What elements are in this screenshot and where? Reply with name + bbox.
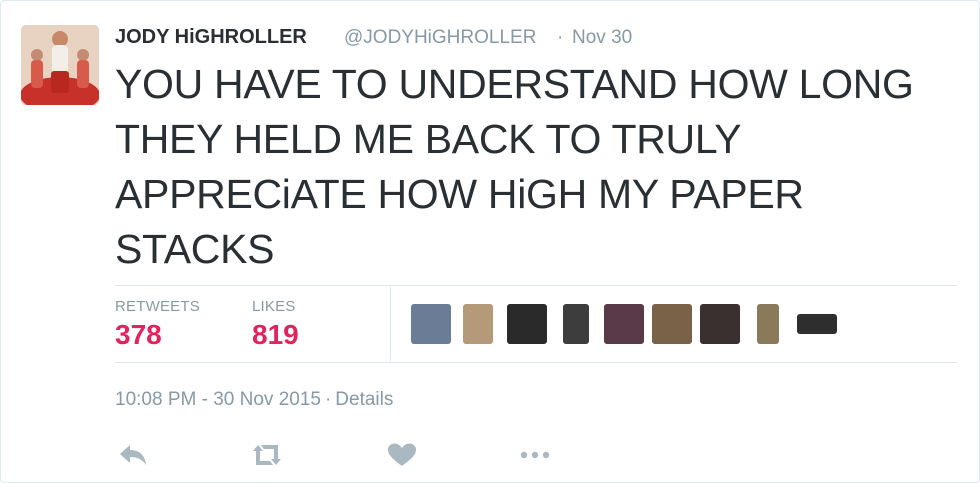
stats-divider-bottom (115, 362, 957, 363)
profile-photo-icon (21, 25, 99, 105)
header-separator: · (557, 27, 564, 48)
like-button[interactable] (385, 441, 419, 469)
retweets-count[interactable]: 378 (115, 319, 162, 351)
liker-avatar-3[interactable] (507, 304, 547, 344)
more-icon (520, 451, 550, 459)
tweet-card: JODY HiGHROLLER @JODYHiGHROLLER · Nov 30… (0, 0, 980, 483)
heart-icon (388, 443, 416, 466)
liker-avatar-6[interactable] (652, 304, 692, 344)
more-button[interactable] (518, 441, 552, 469)
likes-count[interactable]: 819 (252, 319, 299, 351)
likes-label[interactable]: LIKES (252, 298, 296, 315)
tweet-meta: 10:08 PM - 30 Nov 2015 · Details (115, 389, 393, 411)
reply-button[interactable] (116, 441, 150, 469)
liker-avatar-2[interactable] (463, 304, 493, 344)
liker-avatar-7[interactable] (700, 304, 740, 344)
stats-vertical-divider (390, 286, 391, 362)
liker-avatar-1[interactable] (411, 304, 451, 344)
retweet-button[interactable] (250, 441, 284, 469)
liker-avatar-5[interactable] (604, 304, 644, 344)
tweet-timestamp[interactable]: 10:08 PM - 30 Nov 2015 (115, 389, 321, 410)
retweet-icon (253, 445, 281, 465)
details-link[interactable]: Details (335, 389, 393, 410)
meta-separator: · (324, 389, 332, 410)
tweet-text: YOU HAVE TO UNDERSTAND HOW LONG THEY HEL… (115, 61, 914, 272)
reply-icon (120, 445, 146, 465)
liker-avatar-8[interactable] (757, 304, 779, 344)
tweet-time[interactable]: Nov 30 (572, 27, 632, 49)
profile-avatar[interactable] (21, 25, 99, 105)
liker-avatar-4[interactable] (563, 304, 589, 344)
display-name[interactable]: JODY HiGHROLLER (115, 26, 307, 49)
liker-avatar-9[interactable] (797, 314, 837, 334)
retweets-label[interactable]: RETWEETS (115, 298, 200, 315)
stats-divider-top (115, 285, 957, 286)
user-handle[interactable]: @JODYHiGHROLLER (344, 27, 536, 49)
